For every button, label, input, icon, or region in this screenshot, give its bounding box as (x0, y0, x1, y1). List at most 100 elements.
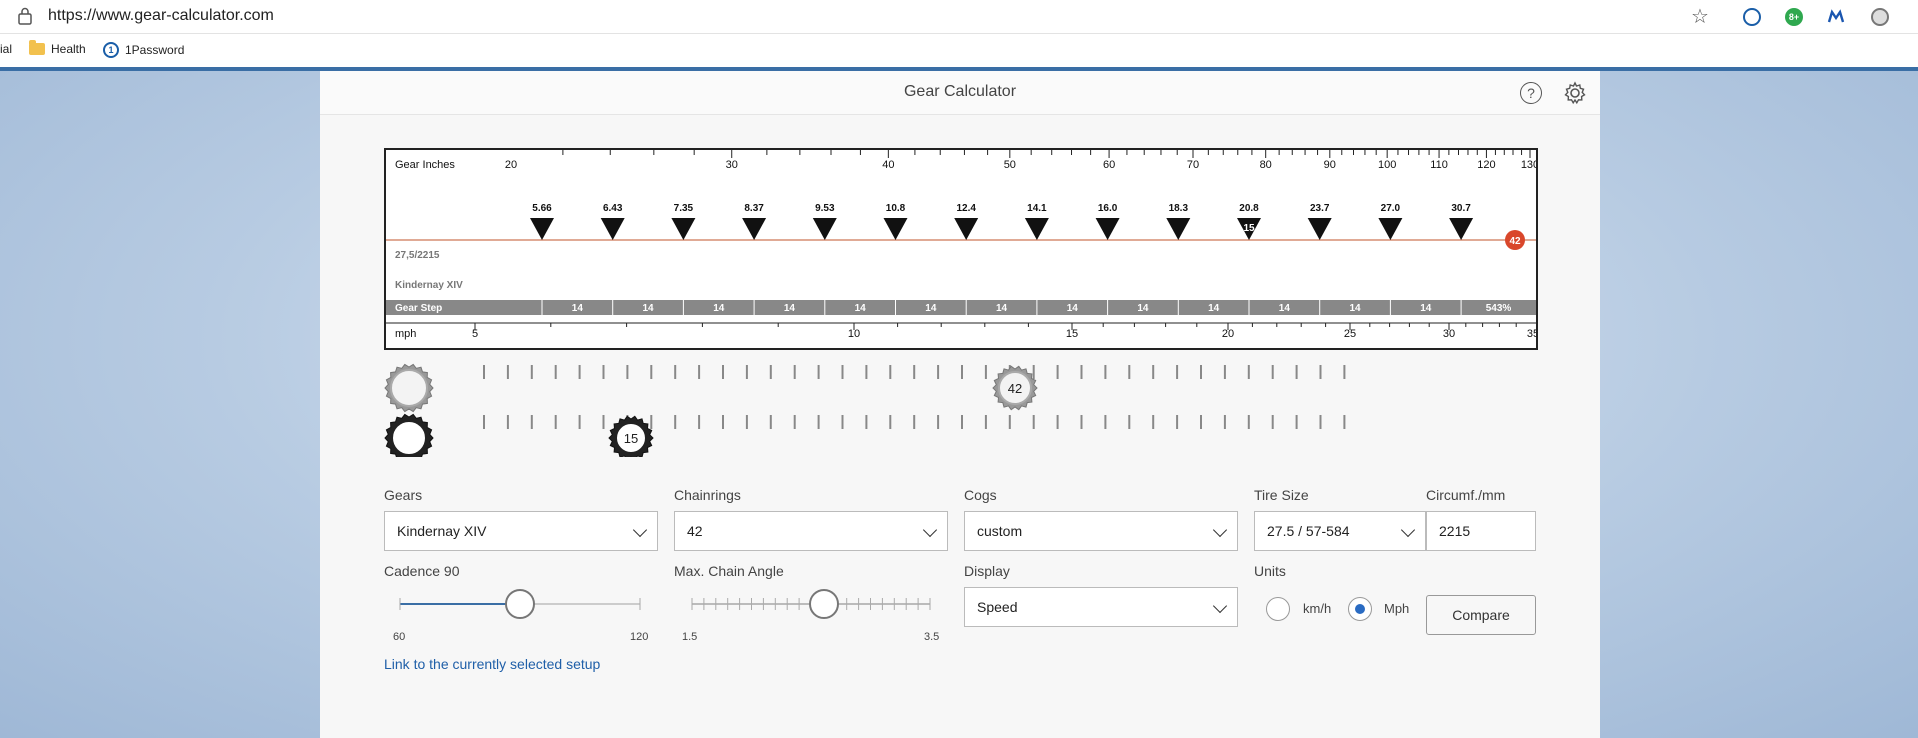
gears-select-value: Kindernay XIV (397, 523, 487, 539)
gear-marker-label: 5.66 (532, 203, 552, 214)
bookmark-1password[interactable]: 1 1Password (103, 42, 184, 58)
gears-select[interactable]: Kindernay XIV (384, 511, 658, 551)
top-tick-label: 60 (1103, 159, 1115, 171)
bottom-axis-label: mph (395, 328, 416, 340)
selected-chainring-icon[interactable]: 42 (992, 365, 1038, 411)
gear-step-value: 14 (996, 303, 1008, 314)
chain-angle-slider[interactable] (674, 587, 964, 621)
gear-marker-triangle (954, 218, 979, 240)
folder-icon (29, 40, 45, 55)
cogs-select-value: custom (977, 523, 1023, 539)
chainrings-select[interactable]: 42 (674, 511, 948, 551)
chainring-icon[interactable] (384, 363, 434, 413)
gear-selector-rows[interactable]: 42 15 (384, 357, 1544, 457)
gear-step-label: Gear Step (395, 303, 442, 314)
unit-mph-radio[interactable] (1348, 597, 1372, 621)
top-tick-label: 40 (882, 159, 894, 171)
gear-marker-label: 16.0 (1098, 203, 1118, 214)
selected-cog-label: 15 (1243, 223, 1255, 234)
display-select[interactable]: Speed (964, 587, 1238, 627)
onepassword-icon: 1 (103, 42, 119, 58)
chain-angle-label: Max. Chain Angle (674, 563, 784, 579)
page-title: Gear Calculator (903, 83, 1017, 100)
chevron-down-icon (1212, 522, 1228, 538)
chain-angle-min: 1.5 (682, 631, 698, 643)
gear-step-value: 14 (925, 303, 937, 314)
gear-marker-label: 20.8 (1239, 203, 1259, 214)
chevron-down-icon (632, 522, 648, 538)
selected-cog-icon[interactable]: 15 (608, 415, 654, 457)
tire-size-label: Tire Size (1254, 487, 1309, 503)
gear-marker-label: 23.7 (1310, 203, 1330, 214)
gear-value-label: 42 (1008, 381, 1022, 396)
circumference-value: 2215 (1439, 523, 1471, 539)
gear-marker-label: 8.37 (744, 203, 764, 214)
gear-marker-triangle (1166, 218, 1191, 240)
gear-step-value: 14 (1137, 303, 1149, 314)
gear-marker-triangle (1095, 218, 1120, 240)
cadence-slider-handle[interactable] (505, 589, 535, 619)
top-axis-label: Gear Inches (395, 159, 455, 171)
wheel-size-label: 27,5/2215 (395, 250, 440, 261)
gear-value-label: 15 (624, 431, 638, 446)
gear-marker-label: 6.43 (603, 203, 623, 214)
gear-marker-triangle (1307, 218, 1332, 240)
extension-1password-icon[interactable] (1743, 8, 1761, 26)
chain-angle-slider-handle[interactable] (809, 589, 839, 619)
unit-kmh-radio[interactable] (1266, 597, 1290, 621)
gear-marker-triangle (812, 218, 837, 240)
chainring-badge-label: 42 (1509, 236, 1521, 247)
gear-marker-triangle (1378, 218, 1403, 240)
cogs-select[interactable]: custom (964, 511, 1238, 551)
cadence-min: 60 (393, 631, 406, 643)
bookmark-health[interactable]: Health (29, 40, 86, 56)
gear-step-value: 14 (572, 303, 584, 314)
gear-step-value: 14 (1279, 303, 1291, 314)
top-tick-label: 70 (1187, 159, 1199, 171)
gear-marker-triangle (671, 218, 696, 240)
display-select-value: Speed (977, 599, 1018, 615)
bookmark-label: 1Password (125, 43, 185, 57)
gear-calculator-panel: Gear Calculator ? Gear Inches 20 30 40 50 60 7… (320, 71, 1600, 738)
top-tick-label: 50 (1004, 159, 1016, 171)
tire-size-select[interactable]: 27.5 / 57-584 (1254, 511, 1426, 551)
extension-circle-icon[interactable] (1871, 8, 1889, 26)
address-bar[interactable]: https://www.gear-calculator.com ☆ 8+ (0, 0, 1918, 34)
url-text[interactable]: https://www.gear-calculator.com (48, 7, 274, 25)
gear-marker-triangle (742, 218, 767, 240)
gear-step-value: 14 (1208, 303, 1220, 314)
gear-chart-svg: Gear Inches2030405060708090100110120130 … (386, 150, 1536, 340)
help-icon[interactable]: ? (1520, 82, 1542, 104)
cadence-slider[interactable] (384, 587, 674, 621)
gear-marker-label: 18.3 (1169, 203, 1189, 214)
compare-button[interactable]: Compare (1426, 595, 1536, 635)
extension-badge-icon[interactable]: 8+ (1785, 8, 1803, 26)
cadence-max: 120 (630, 631, 649, 643)
gear-step-value: 14 (1349, 303, 1361, 314)
top-tick-label: 20 (505, 159, 517, 171)
gear-chart: Gear Inches2030405060708090100110120130 … (384, 148, 1538, 350)
chevron-down-icon (1400, 522, 1416, 538)
top-tick-label: 30 (726, 159, 738, 171)
chevron-down-icon (922, 522, 938, 538)
top-tick-label: 100 (1378, 159, 1396, 171)
bookmark-item[interactable]: ial (0, 42, 12, 56)
extension-m-icon[interactable] (1827, 8, 1845, 26)
chainrings-select-value: 42 (687, 523, 703, 539)
circumference-label: Circumf./mm (1426, 487, 1506, 503)
gear-step-value: 14 (642, 303, 654, 314)
gear-marker-triangle (1024, 218, 1049, 240)
gear-step-value: 14 (1067, 303, 1079, 314)
gear-icon[interactable] (1563, 81, 1587, 105)
setup-link[interactable]: Link to the currently selected setup (384, 656, 600, 672)
top-tick-label: 110 (1430, 159, 1448, 171)
cog-icon[interactable] (384, 413, 434, 457)
panel-header: Gear Calculator ? (320, 71, 1600, 115)
unit-mph-label: Mph (1384, 601, 1410, 616)
units-label: Units (1254, 563, 1286, 579)
unit-kmh-label: km/h (1303, 601, 1332, 616)
cadence-label: Cadence 90 (384, 563, 460, 579)
circumference-input[interactable]: 2215 (1426, 511, 1536, 551)
bookmark-label: ial (0, 42, 13, 56)
bookmark-star-icon[interactable]: ☆ (1691, 4, 1709, 29)
